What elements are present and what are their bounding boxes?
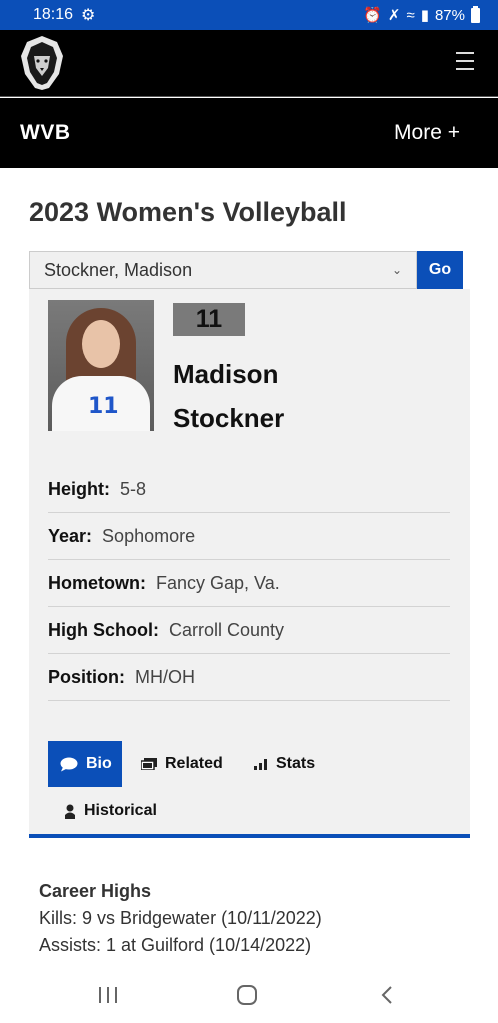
alarm-icon: ⏰ <box>363 7 382 24</box>
detail-high-school: High School: Carroll County <box>48 607 450 654</box>
tab-historical[interactable]: Historical <box>64 788 157 834</box>
status-time: 18:16 <box>33 6 74 23</box>
career-high-line: Assists: 1 at Guilford (10/14/2022) <box>39 935 312 955</box>
home-icon[interactable] <box>232 982 262 1008</box>
wifi-icon: ≈ <box>406 6 415 24</box>
page-title: 2023 Women's Volleyball <box>29 197 347 227</box>
status-icons: ⏰ ✗ ≈ ▮ 87% <box>363 5 480 24</box>
career-highs-heading: Career Highs <box>39 881 152 901</box>
tab-label: Stats <box>276 755 316 772</box>
roster-select[interactable]: Stockner, Madison ⌄ <box>29 251 417 289</box>
scroll-fade <box>0 960 498 968</box>
player-photo: 11 <box>48 300 154 431</box>
career-high-line: Kills: 9 vs Bridgewater (10/11/2022) <box>39 908 322 928</box>
bar-chart-icon <box>254 758 268 770</box>
chat-bubble-icon <box>60 757 78 772</box>
card-divider <box>29 834 470 838</box>
player-name: Madison Stockner <box>173 352 284 440</box>
photo-jersey-number: 11 <box>88 394 119 419</box>
recent-apps-icon[interactable] <box>93 982 123 1008</box>
section-bar: WVB More + <box>0 98 498 168</box>
player-first-name: Madison <box>173 359 279 389</box>
detail-label: Position: <box>48 666 125 687</box>
detail-value: Fancy Gap, Va. <box>156 572 280 593</box>
detail-value: Sophomore <box>102 525 196 546</box>
battery-icon <box>471 5 480 23</box>
chevron-down-icon: ⌄ <box>391 263 402 277</box>
detail-label: Hometown: <box>48 572 146 593</box>
detail-label: High School: <box>48 619 159 640</box>
notification-icon: ⚙ <box>81 7 96 24</box>
battery-percent: 87% <box>434 6 465 24</box>
detail-value: MH/OH <box>135 666 195 687</box>
site-header <box>0 30 498 97</box>
player-last-name: Stockner <box>173 403 285 433</box>
tab-label: Historical <box>84 802 157 819</box>
system-nav-bar <box>0 968 498 1023</box>
detail-hometown: Hometown: Fancy Gap, Va. <box>48 560 450 607</box>
lion-logo-icon[interactable] <box>19 34 65 92</box>
go-button[interactable]: Go <box>417 251 463 289</box>
signal-icon: ▮ <box>420 7 429 24</box>
bio-content: Career Highs Kills: 9 vs Bridgewater (10… <box>39 878 322 959</box>
related-icon <box>141 758 157 770</box>
tab-bio[interactable]: Bio <box>48 741 122 787</box>
more-menu-button[interactable]: More + <box>394 121 460 145</box>
tab-label: Bio <box>86 755 112 772</box>
mute-icon: ✗ <box>387 7 401 24</box>
detail-label: Height: <box>48 478 110 499</box>
detail-position: Position: MH/OH <box>48 654 450 701</box>
roster-select-value: Stockner, Madison <box>44 259 193 280</box>
detail-value: Carroll County <box>169 619 285 640</box>
tab-label: Related <box>165 755 223 772</box>
hamburger-menu-icon[interactable] <box>456 52 474 70</box>
tab-stats[interactable]: Stats <box>254 741 315 787</box>
tab-related[interactable]: Related <box>141 741 223 787</box>
status-bar: 18:16 ⚙ ⏰ ✗ ≈ ▮ 87% <box>0 0 498 30</box>
detail-height: Height: 5-8 <box>48 466 450 513</box>
section-title[interactable]: WVB <box>20 121 71 145</box>
person-icon <box>64 804 76 819</box>
detail-label: Year: <box>48 525 93 546</box>
detail-value: 5-8 <box>120 478 147 499</box>
detail-year: Year: Sophomore <box>48 513 450 560</box>
jersey-number-badge: 11 <box>173 303 245 336</box>
back-icon[interactable] <box>372 982 402 1008</box>
